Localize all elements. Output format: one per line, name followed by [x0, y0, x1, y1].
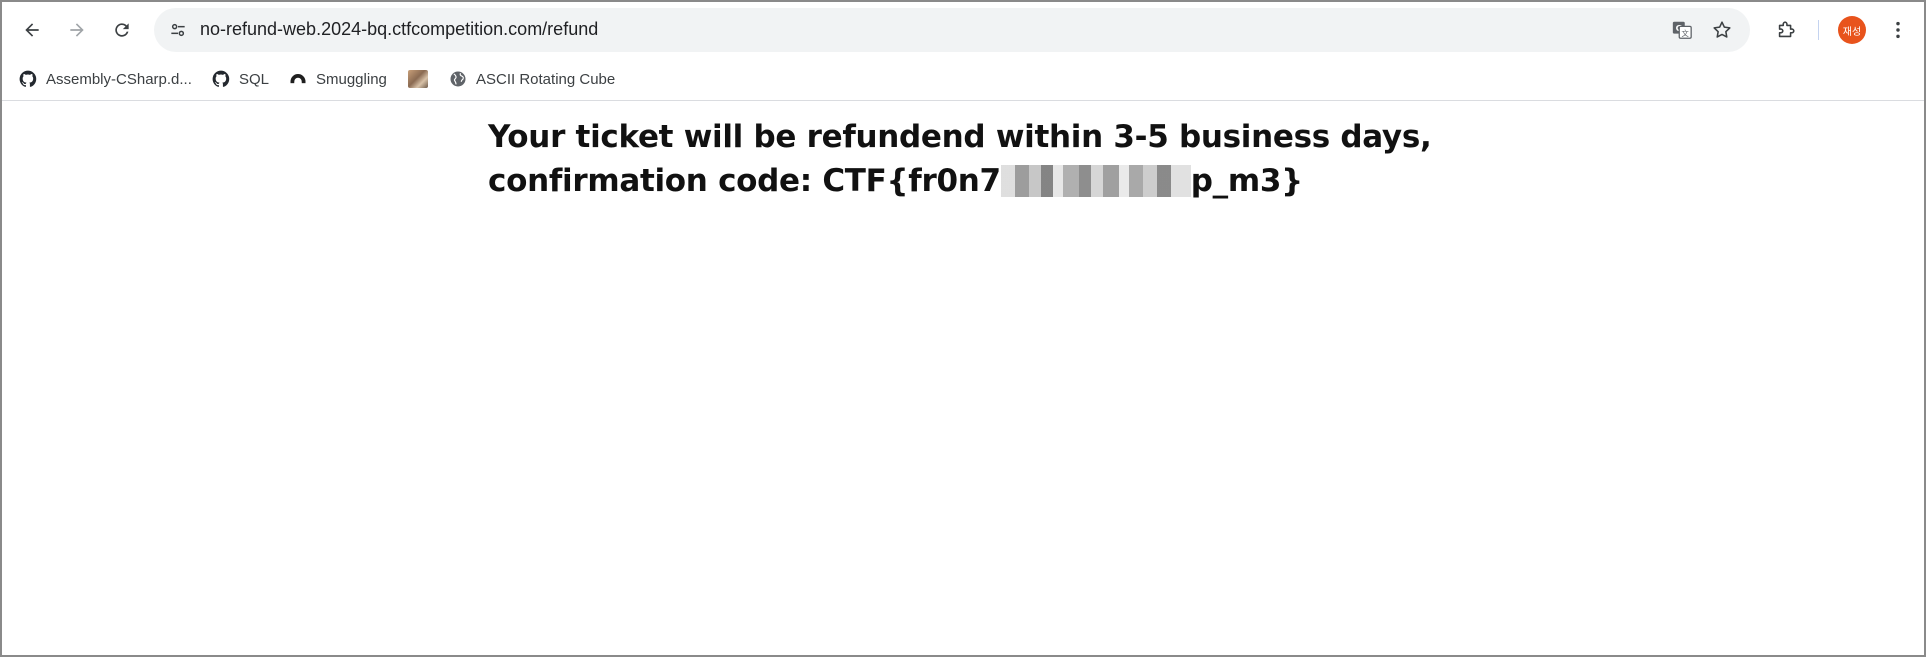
svg-text:文: 文	[1682, 29, 1690, 38]
bookmark-label: Smuggling	[316, 70, 387, 88]
translate-icon[interactable]: G 文	[1668, 16, 1696, 44]
refund-message: Your ticket will be refundend within 3-5…	[488, 115, 1432, 203]
extensions-icon[interactable]	[1770, 14, 1802, 46]
bookmark-label: Assembly-CSharp.d...	[46, 70, 192, 88]
site-info-icon[interactable]	[166, 18, 190, 42]
image-thumbnail-icon	[408, 69, 428, 89]
confirmation-code-prefix: confirmation code: CTF{fr0n7	[488, 163, 1001, 199]
avatar-initials: 재성	[1842, 26, 1862, 38]
bookmark-star-icon[interactable]	[1708, 16, 1736, 44]
reload-icon	[115, 23, 129, 37]
browser-window: no-refund-web.2024-bq.ctfcompetition.com…	[0, 0, 1926, 657]
forward-button[interactable]	[59, 12, 95, 48]
bookmark-assembly-csharp[interactable]: Assembly-CSharp.d...	[18, 66, 192, 92]
back-button[interactable]	[14, 12, 50, 48]
profile-avatar[interactable]: 재성	[1838, 16, 1866, 44]
refund-message-line-2: confirmation code: CTF{fr0n7 p_m3}	[488, 159, 1431, 203]
bookmark-sql[interactable]: SQL	[211, 66, 269, 92]
smuggling-icon	[288, 69, 308, 89]
arrow-left-icon	[25, 23, 39, 37]
refund-message-line-1: Your ticket will be refundend within 3-5…	[488, 119, 1432, 155]
page-content: Your ticket will be refundend within 3-5…	[2, 101, 1924, 655]
bookmark-label: SQL	[239, 70, 270, 88]
toolbar-divider	[1818, 20, 1819, 40]
browser-toolbar: no-refund-web.2024-bq.ctfcompetition.com…	[2, 2, 1924, 58]
bookmark-smuggling[interactable]: Smuggling	[288, 66, 387, 92]
reload-button[interactable]	[104, 12, 140, 48]
bookmarks-bar: Assembly-CSharp.d... SQL Smuggling ASCII…	[2, 58, 1924, 101]
bookmark-label: ASCII Rotating Cube	[476, 70, 616, 88]
redacted-pixelation	[1000, 165, 1191, 197]
globe-icon	[448, 69, 468, 89]
address-bar[interactable]: no-refund-web.2024-bq.ctfcompetition.com…	[154, 8, 1750, 52]
github-icon	[211, 69, 231, 89]
menu-kebab-icon[interactable]	[1882, 14, 1914, 46]
url-text[interactable]: no-refund-web.2024-bq.ctfcompetition.com…	[200, 19, 598, 40]
bookmark-image[interactable]	[408, 66, 428, 92]
github-icon	[18, 69, 38, 89]
bookmark-ascii-rotating-cube[interactable]: ASCII Rotating Cube	[448, 66, 615, 92]
arrow-right-icon	[70, 23, 84, 37]
confirmation-code-suffix: p_m3}	[1190, 163, 1303, 199]
